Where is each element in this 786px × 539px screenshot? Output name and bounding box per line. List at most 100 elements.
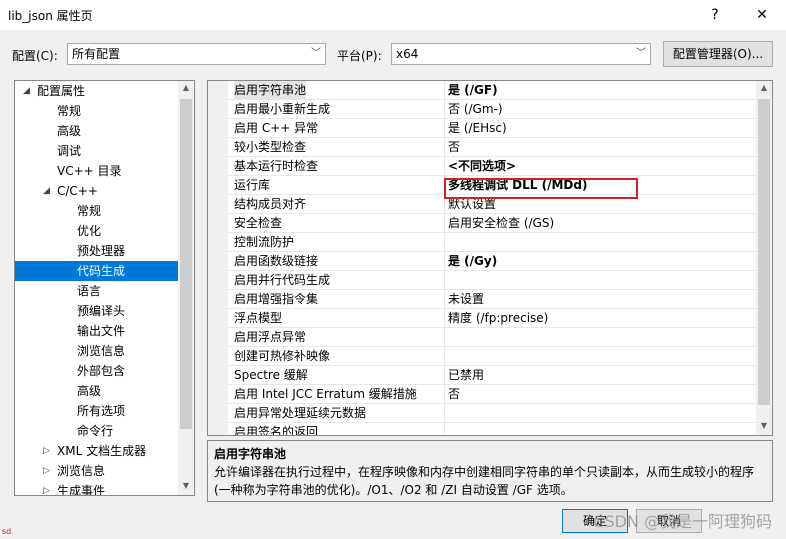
property-name: 启用 Intel JCC Erratum 缓解措施 — [234, 387, 417, 401]
property-row[interactable]: 启用最小重新生成 否 (/Gm-) — [208, 100, 756, 119]
tree-item[interactable]: VC++ 目录 — [15, 161, 179, 181]
property-row[interactable]: 浮点模型 精度 (/fp:precise) — [208, 309, 756, 328]
property-row[interactable]: 较小类型检查 否 — [208, 138, 756, 157]
tree-item[interactable]: 预编译头 — [15, 301, 179, 321]
property-name: 启用并行代码生成 — [234, 273, 331, 287]
property-row[interactable]: 启用浮点异常 — [208, 328, 756, 347]
tree-item[interactable]: 调试 — [15, 141, 179, 161]
property-value[interactable]: 已禁用 — [448, 366, 484, 384]
tree-item[interactable]: 命令行 — [15, 421, 179, 441]
property-value[interactable]: 是 (/Gy) — [448, 252, 497, 270]
config-select[interactable]: 所有配置 ﹀ — [67, 43, 326, 65]
platform-select[interactable]: x64 ﹀ — [391, 43, 651, 65]
tree-item[interactable]: 高级 — [15, 381, 179, 401]
property-name: 运行库 — [234, 178, 271, 192]
grid-scrollbar-thumb[interactable] — [758, 99, 770, 405]
tree-item-label: 配置属性 — [37, 84, 86, 98]
property-row[interactable]: Spectre 缓解 已禁用 — [208, 366, 756, 385]
property-name: 结构成员对齐 — [234, 197, 307, 211]
tree-item[interactable]: 优化 — [15, 221, 179, 241]
configuration-manager-button[interactable]: 配置管理器(O)... — [663, 41, 773, 67]
tree-item[interactable]: 外部包含 — [15, 361, 179, 381]
title-bar: lib_json 属性页 ? ✕ — [0, 0, 786, 30]
property-row[interactable]: 启用增强指令集 未设置 — [208, 290, 756, 309]
property-name: 启用函数级链接 — [234, 254, 319, 268]
property-name: 控制流防护 — [234, 235, 295, 249]
property-value[interactable]: 精度 (/fp:precise) — [448, 309, 548, 327]
grid-scrollbar[interactable]: ▲ ▼ — [756, 81, 772, 435]
tree-scrollbar[interactable]: ▲ ▼ — [178, 81, 194, 495]
scroll-down-icon[interactable]: ▼ — [756, 421, 772, 430]
property-grid[interactable]: 启用字符串池是 (/GF) 启用最小重新生成否 (/Gm-) 启用 C++ 异常是 … — [207, 80, 773, 436]
property-row[interactable]: 启用函数级链接 是 (/Gy) — [208, 252, 756, 271]
property-value[interactable]: 否 — [448, 138, 460, 156]
property-value[interactable]: 是 (/EHsc) — [448, 119, 507, 137]
expand-icon[interactable]: ▷ — [43, 461, 50, 481]
property-value[interactable]: 未设置 — [448, 290, 484, 308]
tree-item[interactable]: 预处理器 — [15, 241, 179, 261]
property-row[interactable]: 启用字符串池 是 (/GF) — [208, 81, 756, 100]
close-button[interactable]: ✕ — [744, 0, 780, 30]
row-gutter — [208, 271, 228, 290]
scroll-down-icon[interactable]: ▼ — [178, 481, 194, 490]
property-row[interactable]: 基本运行时检查 <不同选项> — [208, 157, 756, 176]
row-gutter — [208, 100, 228, 119]
property-row[interactable]: 启用 Intel JCC Erratum 缓解措施 否 — [208, 385, 756, 404]
tree-item[interactable]: ◢ C/C++ — [15, 181, 179, 201]
expand-icon[interactable]: ▷ — [43, 481, 50, 495]
tree-item[interactable]: 语言 — [15, 281, 179, 301]
scroll-up-icon[interactable]: ▲ — [178, 83, 194, 92]
scroll-up-icon[interactable]: ▲ — [756, 83, 772, 92]
column-divider — [444, 214, 445, 233]
collapse-icon[interactable]: ◢ — [23, 81, 30, 101]
tree-item-label: 输出文件 — [77, 324, 126, 338]
property-name: 启用最小重新生成 — [234, 102, 331, 116]
collapse-icon[interactable]: ◢ — [43, 181, 50, 201]
property-value[interactable]: 启用安全检查 (/GS) — [448, 214, 554, 232]
property-row[interactable]: 启用 C++ 异常 是 (/EHsc) — [208, 119, 756, 138]
tree-item[interactable]: 代码生成 — [15, 261, 179, 281]
expand-icon[interactable]: ▷ — [43, 441, 50, 461]
tree-item[interactable]: ◢ 配置属性 — [15, 81, 179, 101]
column-divider — [444, 157, 445, 176]
property-row[interactable]: 创建可热修补映像 — [208, 347, 756, 366]
tree-item-label: 优化 — [77, 224, 102, 238]
tree-item[interactable]: 浏览信息 — [15, 341, 179, 361]
property-value[interactable]: 否 — [448, 385, 460, 403]
tree-item[interactable]: 常规 — [15, 101, 179, 121]
property-name: 浮点模型 — [234, 311, 283, 325]
tree-item[interactable]: 高级 — [15, 121, 179, 141]
property-row[interactable]: 控制流防护 — [208, 233, 756, 252]
property-value[interactable]: 否 (/Gm-) — [448, 100, 503, 118]
row-gutter — [208, 423, 228, 435]
property-value[interactable]: 是 (/GF) — [448, 81, 498, 99]
row-gutter — [208, 157, 228, 176]
property-row[interactable]: 启用异常处理延续元数据 — [208, 404, 756, 423]
tree-item-label: C/C++ — [57, 184, 98, 198]
property-name: 创建可热修补映像 — [234, 349, 331, 363]
category-tree[interactable]: ◢ 配置属性 常规 高级 调试 VC++ 目录 ◢ C/C++ 常规 优化 预处理器 代码生成 语言 预编… — [14, 80, 195, 496]
property-value[interactable]: <不同选项> — [448, 157, 516, 175]
help-button[interactable]: ? — [697, 0, 733, 30]
chevron-down-icon: ﹀ — [636, 48, 646, 59]
row-gutter — [208, 366, 228, 385]
tree-item[interactable]: 所有选项 — [15, 401, 179, 421]
row-gutter — [208, 385, 228, 404]
tree-item[interactable]: 常规 — [15, 201, 179, 221]
tree-item[interactable]: ▷ XML 文档生成器 — [15, 441, 179, 461]
tree-item[interactable]: ▷ 浏览信息 — [15, 461, 179, 481]
tree-scrollbar-thumb[interactable] — [180, 99, 192, 429]
column-divider — [444, 252, 445, 271]
platform-label: 平台(P): — [337, 49, 382, 63]
window-title: lib_json 属性页 — [8, 9, 93, 23]
row-gutter — [208, 138, 228, 157]
property-row[interactable]: 安全检查 启用安全检查 (/GS) — [208, 214, 756, 233]
config-value: 所有配置 — [72, 47, 121, 61]
property-name: 启用 C++ 异常 — [234, 121, 319, 135]
tree-item[interactable]: 输出文件 — [15, 321, 179, 341]
tree-item[interactable]: ▷ 生成事件 — [15, 481, 179, 495]
property-name: 安全检查 — [234, 216, 283, 230]
tree-item-label: 外部包含 — [77, 364, 126, 378]
property-row[interactable]: 启用并行代码生成 — [208, 271, 756, 290]
property-row[interactable]: 启用签名的返回 — [208, 423, 756, 435]
